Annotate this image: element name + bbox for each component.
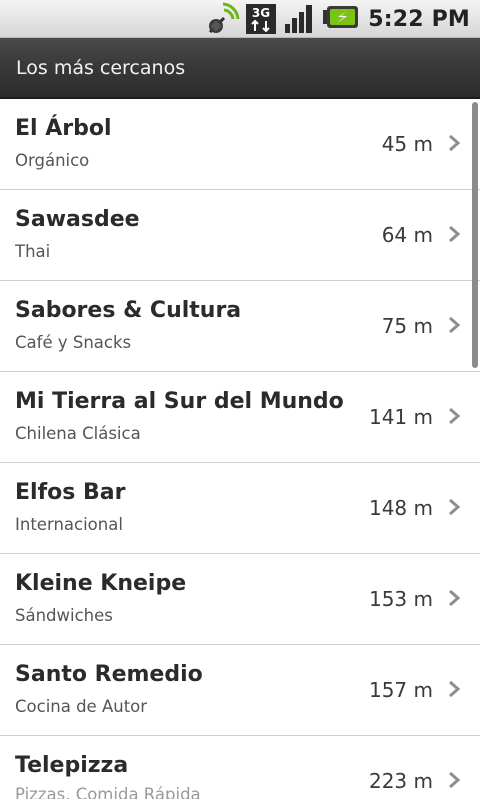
chevron-right-icon <box>449 134 461 152</box>
list-item[interactable]: Kleine Kneipe Sándwiches 153 m <box>0 554 480 645</box>
3g-data-icon: 3G <box>246 4 277 34</box>
restaurant-distance: 223 m <box>368 769 433 793</box>
signal-strength-icon <box>285 5 313 33</box>
restaurant-distance: 64 m <box>381 223 433 247</box>
restaurant-distance: 153 m <box>368 587 433 611</box>
page-title: Los más cercanos <box>16 56 186 79</box>
restaurant-name: Kleine Kneipe <box>15 571 187 596</box>
list-item[interactable]: El Árbol Orgánico 45 m <box>0 99 480 190</box>
chevron-right-icon <box>449 316 461 334</box>
list-item[interactable]: Elfos Bar Internacional 148 m <box>0 463 480 554</box>
restaurant-category: Internacional <box>15 515 123 534</box>
restaurant-name: Santo Remedio <box>15 662 203 687</box>
restaurant-category: Chilena Clásica <box>15 424 141 443</box>
title-bar: Los más cercanos <box>0 38 480 99</box>
restaurant-distance: 157 m <box>368 678 433 702</box>
battery-charging-icon <box>323 6 359 28</box>
restaurant-name: Sawasdee <box>15 207 140 232</box>
network-type-label: 3G <box>252 6 270 20</box>
chevron-right-icon <box>449 680 461 698</box>
restaurant-name: Mi Tierra al Sur del Mundo <box>15 389 344 414</box>
chevron-right-icon <box>449 498 461 516</box>
restaurant-category: Pizzas, Comida Rápida <box>15 785 201 799</box>
restaurant-category: Orgánico <box>15 151 90 170</box>
chevron-right-icon <box>449 771 461 789</box>
restaurant-category: Cocina de Autor <box>15 697 148 716</box>
restaurant-category: Sándwiches <box>15 606 113 625</box>
restaurant-distance: 141 m <box>368 405 433 429</box>
restaurant-name: Sabores & Cultura <box>15 298 242 323</box>
scrollbar[interactable] <box>472 102 478 368</box>
status-bar: 3G 5:22 PM <box>0 0 480 38</box>
restaurant-distance: 75 m <box>381 314 433 338</box>
restaurant-category: Thai <box>15 242 51 261</box>
location-satellite-icon <box>209 2 240 34</box>
chevron-right-icon <box>449 589 461 607</box>
restaurant-name: El Árbol <box>15 116 112 141</box>
list-item[interactable]: Santo Remedio Cocina de Autor 157 m <box>0 645 480 736</box>
restaurant-name: Telepizza <box>15 753 129 778</box>
list-item[interactable]: Sabores & Cultura Café y Snacks 75 m <box>0 281 480 372</box>
list-item[interactable]: Telepizza Pizzas, Comida Rápida 223 m <box>0 736 480 800</box>
restaurant-list[interactable]: El Árbol Orgánico 45 m Sawasdee Thai 64 … <box>0 99 480 800</box>
restaurant-category: Café y Snacks <box>15 333 132 352</box>
status-icons: 3G 5:22 PM <box>206 0 480 38</box>
list-item[interactable]: Mi Tierra al Sur del Mundo Chilena Clási… <box>0 372 480 463</box>
chevron-right-icon <box>449 407 461 425</box>
chevron-right-icon <box>449 225 461 243</box>
status-time: 5:22 PM <box>368 6 470 32</box>
restaurant-distance: 45 m <box>381 132 433 156</box>
restaurant-distance: 148 m <box>368 496 433 520</box>
restaurant-name: Elfos Bar <box>15 480 126 505</box>
list-item[interactable]: Sawasdee Thai 64 m <box>0 190 480 281</box>
